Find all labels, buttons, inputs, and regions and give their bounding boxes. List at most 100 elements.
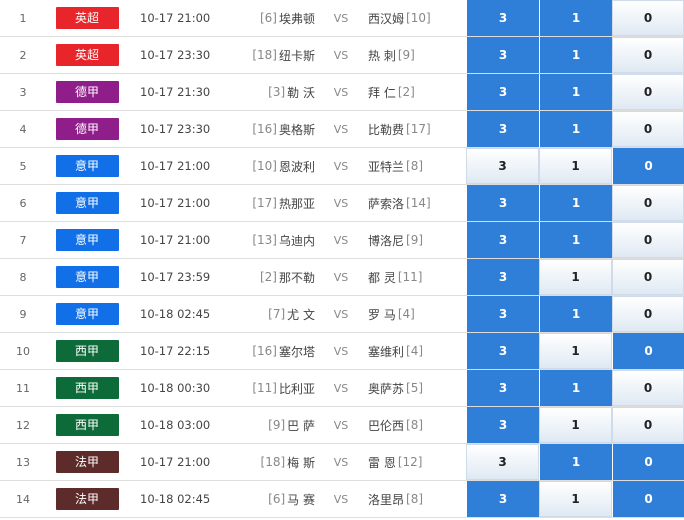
pick-draw-button[interactable]: 1 bbox=[539, 185, 612, 221]
pick-lose-button[interactable]: 0 bbox=[612, 370, 684, 406]
away-team-name: 洛里昂 bbox=[368, 492, 405, 507]
home-team[interactable]: [6] 埃弗顿 bbox=[240, 0, 315, 36]
pick-lose-button[interactable]: 0 bbox=[612, 259, 684, 295]
pick-draw-button[interactable]: 1 bbox=[539, 148, 612, 184]
league-badge[interactable]: 法甲 bbox=[55, 488, 119, 510]
pick-win-button[interactable]: 3 bbox=[466, 481, 539, 517]
pick-draw-button[interactable]: 1 bbox=[539, 296, 612, 332]
home-team[interactable]: [18] 纽卡斯 bbox=[240, 37, 315, 73]
league-badge[interactable]: 西甲 bbox=[55, 414, 119, 436]
home-team-rank: [16] bbox=[252, 344, 277, 358]
vs-label: VS bbox=[333, 381, 349, 395]
league-badge-wrap: 意甲 bbox=[55, 148, 119, 184]
vs-label: VS bbox=[333, 344, 349, 358]
home-team[interactable]: [16] 塞尔塔 bbox=[240, 333, 315, 369]
pick-draw-button[interactable]: 1 bbox=[539, 259, 612, 295]
pick-win-button[interactable]: 3 bbox=[466, 222, 539, 258]
home-team[interactable]: [11] 比利亚 bbox=[240, 370, 315, 406]
away-team[interactable]: 雷 恩 [12] bbox=[368, 444, 463, 480]
home-team[interactable]: [16] 奥格斯 bbox=[240, 111, 315, 147]
away-team[interactable]: 热 刺 [9] bbox=[368, 37, 463, 73]
home-team[interactable]: [10] 恩波利 bbox=[240, 148, 315, 184]
pick-lose-button[interactable]: 0 bbox=[612, 444, 684, 480]
pick-win-button[interactable]: 3 bbox=[466, 333, 539, 369]
pick-win-button[interactable]: 3 bbox=[466, 407, 539, 443]
pick-draw-button[interactable]: 1 bbox=[539, 407, 612, 443]
home-team-name: 纽卡斯 bbox=[278, 48, 315, 63]
pick-draw-button[interactable]: 1 bbox=[539, 37, 612, 73]
match-row: 5 意甲 10-17 21:00 [10] 恩波利 VS 亚特兰 [8] 3 1… bbox=[0, 148, 684, 185]
pick-win-button[interactable]: 3 bbox=[466, 185, 539, 221]
league-badge[interactable]: 西甲 bbox=[55, 377, 119, 399]
away-team-name: 热 刺 bbox=[368, 48, 396, 63]
league-badge[interactable]: 英超 bbox=[55, 7, 119, 29]
home-team[interactable]: [18] 梅 斯 bbox=[240, 444, 315, 480]
pick-lose-button[interactable]: 0 bbox=[612, 222, 684, 258]
home-team[interactable]: [6] 马 赛 bbox=[240, 481, 315, 517]
away-team[interactable]: 西汉姆 [10] bbox=[368, 0, 463, 36]
pick-draw-button[interactable]: 1 bbox=[539, 333, 612, 369]
home-team[interactable]: [9] 巴 萨 bbox=[240, 407, 315, 443]
home-team[interactable]: [2] 那不勒 bbox=[240, 259, 315, 295]
pick-lose-button[interactable]: 0 bbox=[612, 333, 684, 369]
pick-win-button[interactable]: 3 bbox=[466, 370, 539, 406]
away-team[interactable]: 都 灵 [11] bbox=[368, 259, 463, 295]
pick-win-button[interactable]: 3 bbox=[466, 111, 539, 147]
pick-lose-button[interactable]: 0 bbox=[612, 185, 684, 221]
pick-draw-button[interactable]: 1 bbox=[539, 444, 612, 480]
league-badge[interactable]: 意甲 bbox=[55, 266, 119, 288]
league-badge[interactable]: 德甲 bbox=[55, 81, 119, 103]
pick-win-button[interactable]: 3 bbox=[466, 0, 539, 36]
home-team[interactable]: [13] 乌迪内 bbox=[240, 222, 315, 258]
away-team[interactable]: 巴伦西 [8] bbox=[368, 407, 463, 443]
pick-draw-button[interactable]: 1 bbox=[539, 111, 612, 147]
pick-draw-button[interactable]: 1 bbox=[539, 0, 612, 36]
away-team[interactable]: 罗 马 [4] bbox=[368, 296, 463, 332]
away-team[interactable]: 洛里昂 [8] bbox=[368, 481, 463, 517]
away-team[interactable]: 比勒费 [17] bbox=[368, 111, 463, 147]
pick-draw-button[interactable]: 1 bbox=[539, 370, 612, 406]
pick-win-button[interactable]: 3 bbox=[466, 296, 539, 332]
away-team[interactable]: 萨索洛 [14] bbox=[368, 185, 463, 221]
vs-label: VS bbox=[333, 492, 349, 506]
pick-lose-button[interactable]: 0 bbox=[612, 74, 684, 110]
pick-draw-button[interactable]: 1 bbox=[539, 74, 612, 110]
home-team-name: 热那亚 bbox=[278, 196, 315, 211]
pick-win-button[interactable]: 3 bbox=[466, 444, 539, 480]
pick-lose-button[interactable]: 0 bbox=[612, 148, 684, 184]
home-team-rank: [18] bbox=[260, 455, 286, 469]
pick-win-button[interactable]: 3 bbox=[466, 74, 539, 110]
pick-lose-button[interactable]: 0 bbox=[612, 0, 684, 36]
away-team-rank: [2] bbox=[397, 85, 415, 99]
home-team[interactable]: [7] 尤 文 bbox=[240, 296, 315, 332]
away-team[interactable]: 塞维利 [4] bbox=[368, 333, 463, 369]
away-team[interactable]: 博洛尼 [9] bbox=[368, 222, 463, 258]
pick-lose-button[interactable]: 0 bbox=[612, 37, 684, 73]
pick-lose-button[interactable]: 0 bbox=[612, 481, 684, 517]
away-team[interactable]: 奥萨苏 [5] bbox=[368, 370, 463, 406]
league-badge-wrap: 法甲 bbox=[55, 444, 119, 480]
away-team-rank: [4] bbox=[406, 344, 424, 358]
pick-lose-button[interactable]: 0 bbox=[612, 111, 684, 147]
league-badge[interactable]: 法甲 bbox=[55, 451, 119, 473]
league-badge[interactable]: 西甲 bbox=[55, 340, 119, 362]
league-badge[interactable]: 德甲 bbox=[55, 118, 119, 140]
pick-win-button[interactable]: 3 bbox=[466, 148, 539, 184]
away-team[interactable]: 亚特兰 [8] bbox=[368, 148, 463, 184]
league-badge[interactable]: 意甲 bbox=[55, 192, 119, 214]
away-team[interactable]: 拜 仁 [2] bbox=[368, 74, 463, 110]
home-team[interactable]: [3] 勒 沃 bbox=[240, 74, 315, 110]
pick-draw-button[interactable]: 1 bbox=[539, 481, 612, 517]
league-badge[interactable]: 意甲 bbox=[55, 229, 119, 251]
league-badge-wrap: 英超 bbox=[55, 37, 119, 73]
league-badge[interactable]: 意甲 bbox=[55, 303, 119, 325]
pick-draw-button[interactable]: 1 bbox=[539, 222, 612, 258]
league-badge[interactable]: 意甲 bbox=[55, 155, 119, 177]
home-team-rank: [11] bbox=[252, 381, 277, 395]
pick-lose-button[interactable]: 0 bbox=[612, 296, 684, 332]
home-team[interactable]: [17] 热那亚 bbox=[240, 185, 315, 221]
pick-lose-button[interactable]: 0 bbox=[612, 407, 684, 443]
league-badge[interactable]: 英超 bbox=[55, 44, 119, 66]
pick-win-button[interactable]: 3 bbox=[466, 37, 539, 73]
pick-win-button[interactable]: 3 bbox=[466, 259, 539, 295]
